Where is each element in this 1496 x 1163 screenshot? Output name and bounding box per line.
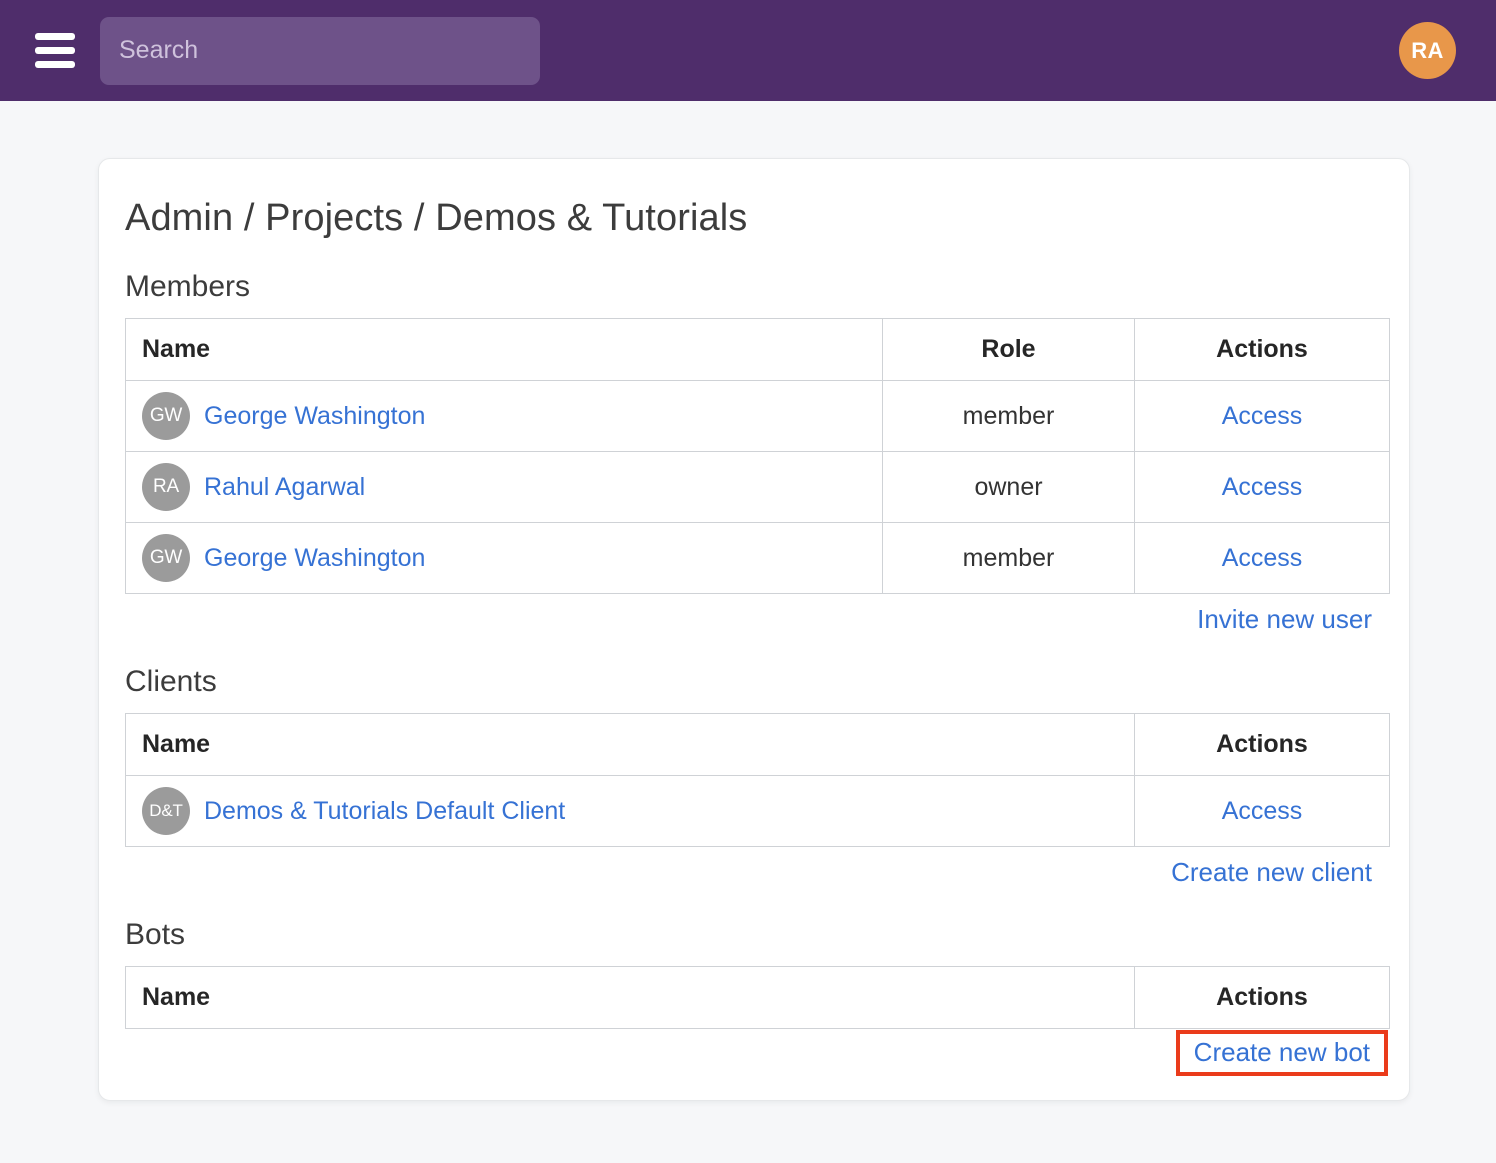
member-access-link[interactable]: Access (1222, 544, 1303, 572)
member-role-cell: member (883, 523, 1135, 594)
table-row: RA Rahul Agarwal owner Access (126, 452, 1390, 523)
clients-col-name: Name (126, 714, 1135, 776)
client-actions-cell: Access (1135, 776, 1390, 847)
hamburger-line-1 (35, 33, 75, 40)
bots-col-actions: Actions (1135, 967, 1390, 1029)
bots-header-row: Name Actions (126, 967, 1390, 1029)
members-table: Name Role Actions GW George Washington m… (125, 318, 1390, 594)
members-table-head: Name Role Actions (126, 319, 1390, 381)
member-name-link[interactable]: George Washington (204, 402, 425, 431)
member-name-cell: GW George Washington (126, 523, 883, 594)
clients-col-actions: Actions (1135, 714, 1390, 776)
member-name-cell: GW George Washington (126, 381, 883, 452)
member-name-link[interactable]: George Washington (204, 544, 425, 573)
hamburger-line-2 (35, 47, 75, 54)
member-name-link[interactable]: Rahul Agarwal (204, 473, 365, 502)
table-row: GW George Washington member Access (126, 381, 1390, 452)
search-input[interactable] (100, 17, 540, 85)
member-access-link[interactable]: Access (1222, 473, 1303, 501)
bots-section-heading: Bots (125, 918, 1385, 952)
clients-section-heading: Clients (125, 665, 1385, 699)
client-avatar-initials: D&T (149, 801, 182, 821)
bots-table: Name Actions (125, 966, 1390, 1029)
create-new-bot-highlight-wrapper: Create new bot (1176, 1030, 1388, 1076)
bots-footer: Create new bot (125, 1027, 1390, 1076)
member-avatar-initials: RA (153, 476, 179, 498)
member-actions-cell: Access (1135, 381, 1390, 452)
members-header-row: Name Role Actions (126, 319, 1390, 381)
clients-table-body: D&T Demos & Tutorials Default Client Acc… (126, 776, 1390, 847)
user-avatar-initials: RA (1411, 38, 1443, 64)
create-new-bot-link[interactable]: Create new bot (1194, 1037, 1370, 1067)
member-actions-cell: Access (1135, 452, 1390, 523)
hamburger-menu-icon[interactable] (32, 29, 78, 73)
client-avatar: D&T (142, 787, 190, 835)
member-role-cell: member (883, 381, 1135, 452)
members-footer: Invite new user (125, 594, 1390, 635)
clients-footer: Create new client (125, 847, 1390, 888)
page-title: Admin / Projects / Demos & Tutorials (125, 197, 1385, 240)
members-col-name: Name (126, 319, 883, 381)
member-name-wrapper: RA Rahul Agarwal (142, 463, 866, 511)
client-name-cell: D&T Demos & Tutorials Default Client (126, 776, 1135, 847)
invite-new-user-link[interactable]: Invite new user (1197, 604, 1372, 634)
member-name-cell: RA Rahul Agarwal (126, 452, 883, 523)
user-avatar[interactable]: RA (1399, 22, 1456, 79)
member-access-link[interactable]: Access (1222, 402, 1303, 430)
bots-table-head: Name Actions (126, 967, 1390, 1029)
member-name-wrapper: GW George Washington (142, 534, 866, 582)
top-navigation-bar: RA (0, 0, 1496, 101)
members-table-body: GW George Washington member Access RA (126, 381, 1390, 594)
member-avatar-initials: GW (150, 547, 182, 569)
create-new-client-link[interactable]: Create new client (1171, 857, 1372, 887)
admin-project-card: Admin / Projects / Demos & Tutorials Mem… (98, 158, 1410, 1101)
bots-col-name: Name (126, 967, 1135, 1029)
members-col-actions: Actions (1135, 319, 1390, 381)
members-section-heading: Members (125, 270, 1385, 304)
member-avatar: RA (142, 463, 190, 511)
highlight-box: Create new bot (1176, 1030, 1388, 1076)
member-role-cell: owner (883, 452, 1135, 523)
member-name-wrapper: GW George Washington (142, 392, 866, 440)
member-avatar-initials: GW (150, 405, 182, 427)
table-row: GW George Washington member Access (126, 523, 1390, 594)
client-name-link[interactable]: Demos & Tutorials Default Client (204, 797, 565, 826)
member-actions-cell: Access (1135, 523, 1390, 594)
client-name-wrapper: D&T Demos & Tutorials Default Client (142, 787, 1118, 835)
clients-header-row: Name Actions (126, 714, 1390, 776)
member-avatar: GW (142, 392, 190, 440)
table-row: D&T Demos & Tutorials Default Client Acc… (126, 776, 1390, 847)
hamburger-line-3 (35, 61, 75, 68)
member-avatar: GW (142, 534, 190, 582)
members-col-role: Role (883, 319, 1135, 381)
client-access-link[interactable]: Access (1222, 797, 1303, 825)
clients-table: Name Actions D&T Demos & Tutorials Defau… (125, 713, 1390, 847)
clients-table-head: Name Actions (126, 714, 1390, 776)
